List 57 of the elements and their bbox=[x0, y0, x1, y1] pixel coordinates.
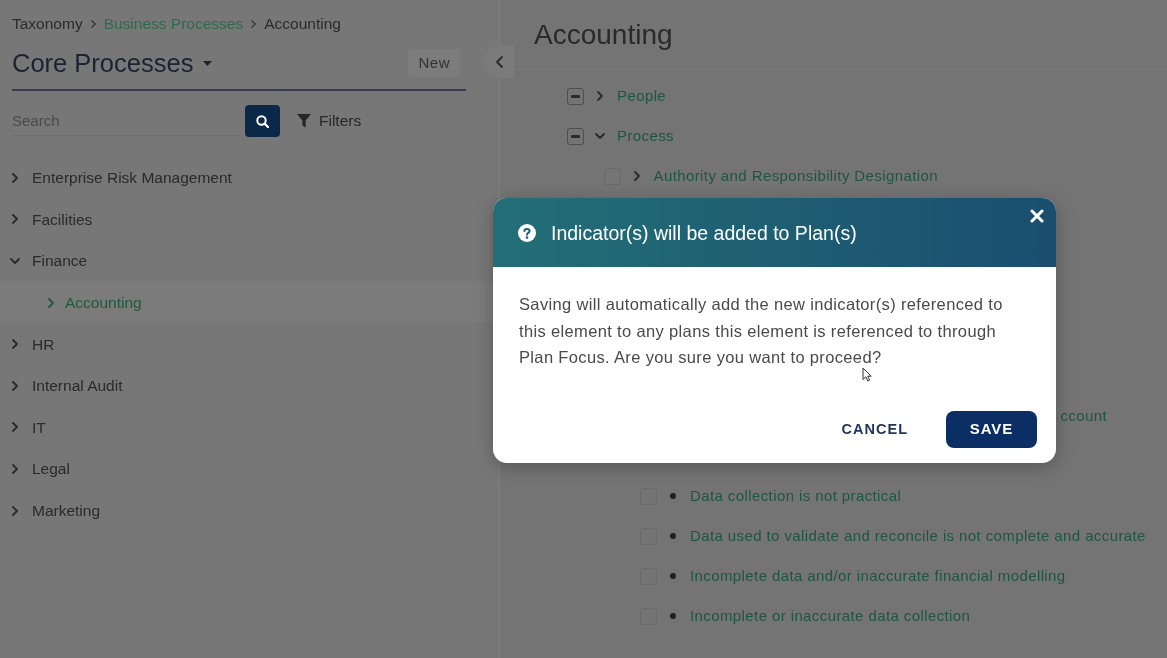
tree-item-link[interactable]: Incomplete data and/or inaccurate financial modelling bbox=[690, 564, 1066, 588]
tree-item-link[interactable]: Data used to validate and reconcile is not complete and accurate bbox=[690, 524, 1146, 548]
tree-item[interactable]: Internal Audit bbox=[0, 364, 499, 407]
dialog-title: Indicator(s) will be added to Plan(s) bbox=[551, 220, 857, 245]
tree-item[interactable]: Enterprise Risk Management bbox=[0, 157, 499, 199]
chevron-down-icon[interactable] bbox=[595, 133, 605, 139]
tree-item-link[interactable]: People bbox=[617, 84, 667, 108]
question-icon bbox=[518, 223, 536, 242]
bullet-icon bbox=[670, 493, 676, 499]
tree-item-link[interactable]: Authority and Responsibility Designation bbox=[653, 164, 938, 188]
funnel-icon bbox=[297, 114, 311, 128]
chevron-down-icon[interactable] bbox=[10, 258, 20, 264]
checkbox[interactable] bbox=[567, 127, 584, 145]
save-button[interactable]: SAVE bbox=[946, 411, 1037, 448]
chevron-right-icon[interactable] bbox=[12, 339, 18, 350]
breadcrumb-item: Taxonomy bbox=[12, 14, 83, 34]
new-button[interactable]: New bbox=[408, 49, 460, 77]
tree-item-link[interactable]: Data collection is not practical bbox=[690, 484, 902, 508]
tree-item[interactable]: Legal bbox=[0, 448, 499, 490]
minus-icon bbox=[571, 134, 580, 138]
chevron-right-icon[interactable] bbox=[12, 214, 18, 225]
chevron-left-icon[interactable] bbox=[495, 55, 503, 68]
tree-item[interactable]: Facilities bbox=[0, 198, 499, 241]
chevron-right-icon[interactable] bbox=[12, 505, 18, 516]
chevron-right-icon[interactable] bbox=[48, 297, 54, 308]
filters-button[interactable]: Filters bbox=[297, 109, 362, 133]
checkbox[interactable] bbox=[567, 87, 584, 105]
bullet-icon bbox=[670, 613, 676, 619]
caret-icon bbox=[203, 60, 213, 66]
cancel-button[interactable]: CANCEL bbox=[833, 411, 916, 448]
chevron-right-icon[interactable] bbox=[12, 463, 18, 474]
tree-item[interactable]: Finance bbox=[0, 240, 499, 282]
tree-item[interactable]: HR bbox=[0, 323, 499, 365]
mouse-pointer-icon bbox=[862, 367, 872, 382]
minus-icon bbox=[571, 94, 580, 98]
search-icon bbox=[256, 114, 269, 128]
tree-item[interactable]: Marketing bbox=[0, 489, 499, 532]
breadcrumb-separator-icon bbox=[90, 20, 96, 28]
search-button[interactable] bbox=[245, 105, 280, 137]
chevron-right-icon[interactable] bbox=[633, 171, 640, 181]
chevron-right-icon[interactable] bbox=[597, 91, 603, 101]
tree-item-link[interactable]: Process bbox=[617, 124, 674, 148]
bullet-icon bbox=[670, 533, 676, 539]
title-dropdown[interactable]: Core Processes bbox=[12, 48, 213, 78]
chevron-right-icon[interactable] bbox=[12, 172, 18, 183]
breadcrumb-separator-icon bbox=[251, 20, 257, 28]
bullet-icon bbox=[670, 573, 676, 579]
tree-item[interactable]: IT bbox=[0, 406, 499, 449]
chevron-right-icon[interactable] bbox=[12, 422, 18, 433]
chevron-right-icon[interactable] bbox=[12, 380, 18, 391]
tree-item-link[interactable]: Incomplete or inaccurate data collection bbox=[690, 604, 971, 628]
tree-item-link[interactable]: ccount bbox=[1060, 404, 1108, 428]
page-title: Accounting bbox=[534, 17, 673, 52]
close-button[interactable] bbox=[1030, 209, 1044, 223]
breadcrumb-item: Accounting bbox=[264, 14, 341, 34]
close-icon bbox=[1030, 209, 1044, 223]
dialog-message: Saving will automatically add the new indicator(s) referenced to this element to any plans this element is referenced to through Plan Focus. Are you sure you want to proceed? bbox=[519, 294, 1004, 368]
